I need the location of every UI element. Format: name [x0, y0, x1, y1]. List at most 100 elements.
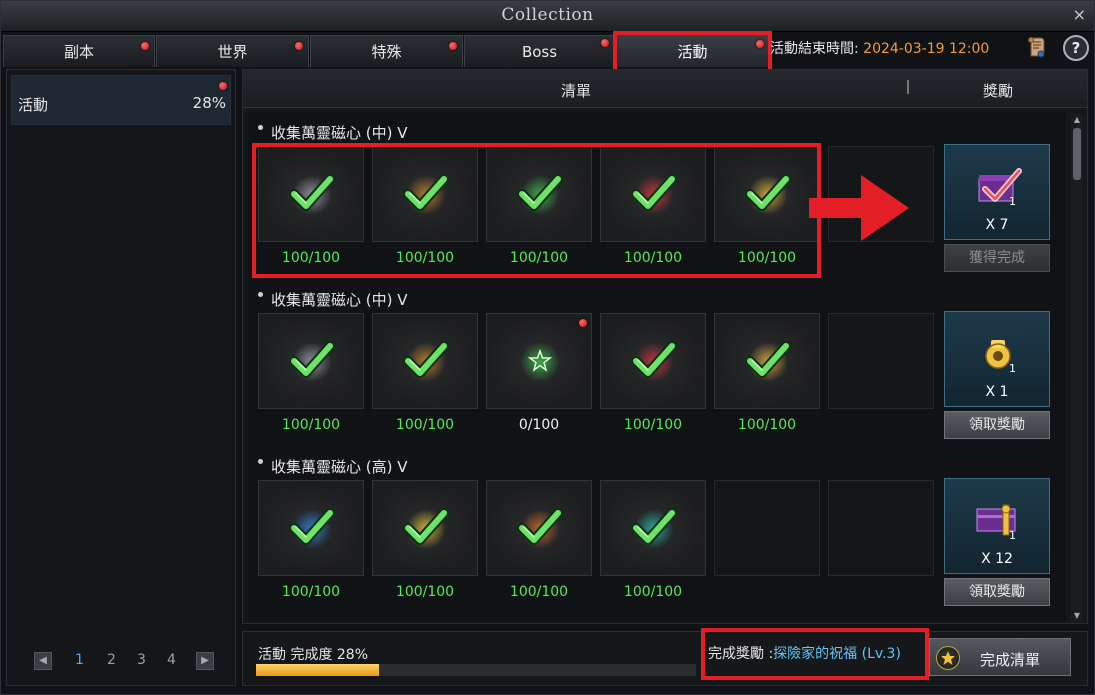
- empty-slot: [828, 313, 934, 409]
- event-end-label: 活動結束時間:: [770, 41, 859, 57]
- checkmark-icon: [631, 341, 677, 378]
- list-column-header: 清單: [561, 82, 592, 100]
- complete-list-label: 完成清單: [980, 651, 1041, 669]
- pagination: ◀ 1 2 3 4 ▶: [34, 652, 224, 672]
- page-2[interactable]: 2: [107, 652, 116, 668]
- collection-item-slot[interactable]: [600, 313, 706, 409]
- checkmark-icon: [745, 341, 791, 378]
- checkmark-icon: [289, 341, 335, 378]
- collection-item-slot[interactable]: [714, 313, 820, 409]
- collection-item-slot[interactable]: [372, 313, 478, 409]
- tab-special[interactable]: 特殊: [310, 35, 463, 67]
- completion-progress-bar: [256, 664, 696, 676]
- list-header: 清單 獎勵: [243, 70, 1087, 108]
- event-end-time: 活動結束時間: 2024-03-19 12:00: [770, 38, 989, 58]
- checkmark-icon: [403, 341, 449, 378]
- checkmark-icon: [517, 508, 563, 545]
- tab-label: Boss: [521, 43, 558, 61]
- arrow-right-icon: [809, 175, 909, 241]
- column-divider: [907, 80, 909, 94]
- claim-reward-button[interactable]: 領取獎勵: [944, 578, 1050, 606]
- page-1[interactable]: 1: [75, 652, 84, 668]
- complete-list-button[interactable]: 完成清單: [929, 638, 1071, 676]
- sidebar-item-label: 活動: [18, 96, 49, 114]
- reward-stack-count: 1: [1009, 529, 1016, 542]
- item-progress: 100/100: [623, 417, 683, 433]
- tab-label: 世界: [217, 43, 248, 61]
- notification-dot-icon: [141, 42, 149, 50]
- item-progress: 100/100: [509, 584, 569, 600]
- category-sidebar: 活動 28% ◀ 1 2 3 4 ▶: [6, 69, 236, 686]
- event-end-datetime: 2024-03-19 12:00: [863, 41, 990, 57]
- collection-item-slot[interactable]: [486, 480, 592, 576]
- help-button[interactable]: ?: [1063, 35, 1089, 61]
- scroll-up-icon[interactable]: ▲: [1072, 115, 1082, 125]
- row-highlight-box: [252, 143, 821, 278]
- reward-quantity: X 1: [985, 384, 1009, 400]
- reward-stack-count: 1: [1009, 195, 1016, 208]
- row-title-text: 收集萬靈磁心 (中) V: [271, 291, 408, 309]
- tab-dungeon[interactable]: 副本: [3, 35, 155, 67]
- collection-window: Collection × 副本 世界 特殊 Boss 活動 活動結束時間: 20…: [0, 0, 1095, 695]
- scroll-down-icon[interactable]: ▼: [1072, 611, 1082, 621]
- window-title: Collection: [501, 5, 594, 25]
- collection-row-title: 收集萬靈磁心 (中) V: [258, 289, 408, 310]
- empty-slot: [714, 480, 820, 576]
- completion-progress-fill: [256, 664, 380, 676]
- bullet-icon: [258, 459, 263, 464]
- scroll-quest-icon[interactable]: [1025, 35, 1049, 59]
- notification-dot-icon: [579, 319, 587, 327]
- star-icon: [936, 646, 960, 670]
- sidebar-item-percent: 28%: [192, 94, 226, 112]
- collection-item-slot[interactable]: [372, 480, 478, 576]
- collection-item-slot[interactable]: [600, 480, 706, 576]
- notification-dot-icon: [601, 39, 609, 47]
- item-progress: 0/100: [518, 417, 560, 433]
- reward-stack-count: 1: [1009, 362, 1016, 375]
- empty-slot: [828, 480, 934, 576]
- bullet-icon: [258, 292, 263, 297]
- checkmark-icon: [289, 508, 335, 545]
- reward-claimed-button[interactable]: 獲得完成: [944, 244, 1050, 272]
- item-progress: 100/100: [623, 584, 683, 600]
- collection-row-title: 收集萬靈磁心 (中) V: [258, 122, 408, 143]
- title-bar[interactable]: Collection ×: [1, 1, 1094, 32]
- item-progress: 100/100: [737, 417, 797, 433]
- tab-boss[interactable]: Boss: [464, 35, 615, 67]
- tab-world[interactable]: 世界: [156, 35, 309, 67]
- page-3[interactable]: 3: [137, 652, 146, 668]
- reward-slot[interactable]: 1 X 12: [944, 478, 1050, 574]
- tab-label: 副本: [63, 43, 94, 61]
- prev-page-button[interactable]: ◀: [34, 652, 52, 670]
- item-progress: 100/100: [395, 584, 455, 600]
- reward-slot[interactable]: 1X 1: [944, 311, 1050, 407]
- collection-item-slot[interactable]: [258, 313, 364, 409]
- item-progress: 100/100: [281, 417, 341, 433]
- list-scrollbar[interactable]: ▲ ▼: [1071, 114, 1083, 622]
- close-icon[interactable]: ×: [1073, 5, 1086, 24]
- completion-label: 活動 完成度 28%: [258, 647, 369, 663]
- reward-column-header: 獎勵: [983, 82, 1014, 100]
- notification-dot-icon: [449, 42, 457, 50]
- checkmark-icon: [403, 508, 449, 545]
- collection-item-slot[interactable]: [486, 313, 592, 409]
- notification-dot-icon: [219, 82, 227, 90]
- scrollbar-thumb[interactable]: [1073, 128, 1081, 180]
- claim-reward-button[interactable]: 領取獎勵: [944, 411, 1050, 439]
- reward-highlight-box: [701, 628, 929, 680]
- collection-item-slot[interactable]: [258, 480, 364, 576]
- row-title-text: 收集萬靈磁心 (高) V: [271, 458, 408, 476]
- notification-dot-icon: [295, 42, 303, 50]
- page-4[interactable]: 4: [167, 652, 176, 668]
- reward-slot[interactable]: 1X 7: [944, 144, 1050, 240]
- row-title-text: 收集萬靈磁心 (中) V: [271, 124, 408, 142]
- sidebar-item-event[interactable]: 活動 28%: [11, 75, 231, 125]
- item-progress: 100/100: [395, 417, 455, 433]
- collection-row-title: 收集萬靈磁心 (高) V: [258, 456, 408, 477]
- reward-quantity: X 12: [981, 551, 1013, 567]
- item-progress: 100/100: [281, 584, 341, 600]
- reward-quantity: X 7: [985, 217, 1009, 233]
- tab-label: 特殊: [371, 43, 402, 61]
- green-star-core-icon: [527, 348, 553, 372]
- next-page-button[interactable]: ▶: [196, 652, 214, 670]
